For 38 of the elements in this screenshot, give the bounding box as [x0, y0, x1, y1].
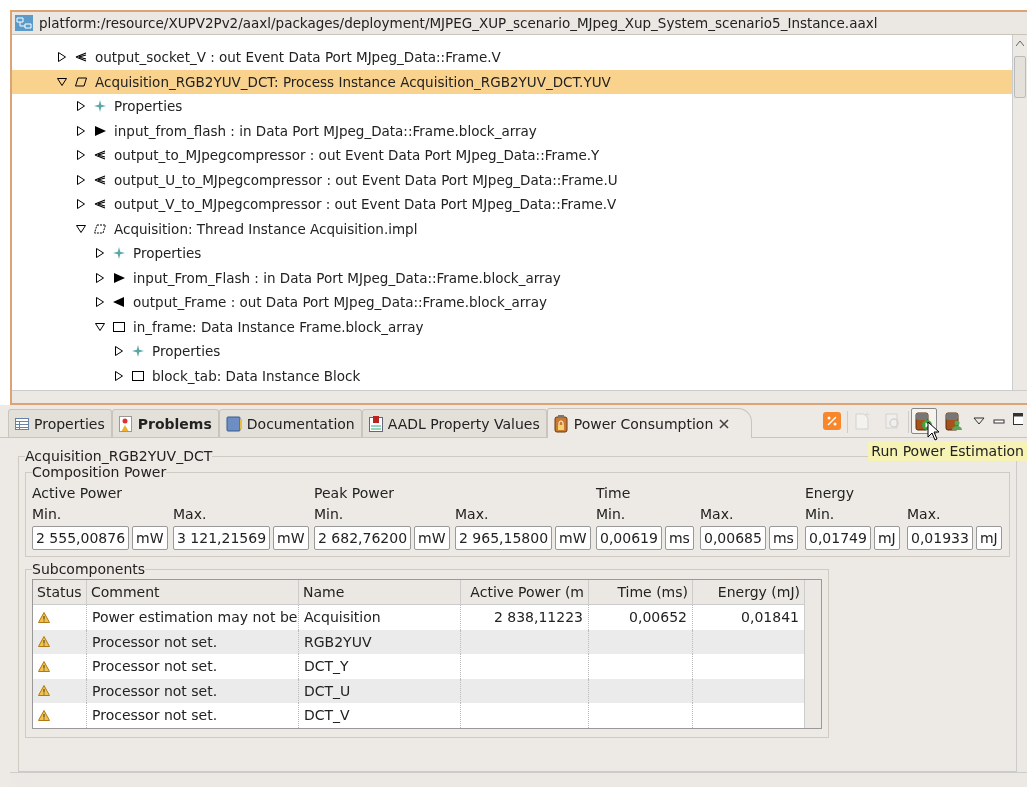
unit-field: ms: [664, 526, 694, 550]
tooltip: Run Power Estimation: [868, 441, 1027, 461]
window-title: platform:/resource/XUPV2Pv2/aaxl/packages/deployment/MJPEG_XUP_scenario_MJpeg_Xup_System_scenario5_Instance.aaxl: [39, 15, 878, 31]
group-title: Subcomponents: [32, 561, 146, 577]
unit-field: mW: [555, 526, 591, 550]
group-title: Composition Power: [32, 464, 167, 480]
field-label: Min.: [314, 505, 345, 524]
metric-label: Time: [596, 484, 632, 503]
metric-label: Active Power: [32, 484, 124, 503]
unit-field: mW: [273, 526, 309, 550]
unit-field: mJ: [873, 526, 900, 550]
table-cell: 0,00652: [589, 605, 693, 630]
table-cell: Processor not set.: [87, 629, 299, 654]
table-cell: RGB2YUV: [299, 629, 461, 654]
unit-field: mJ: [975, 526, 1002, 550]
table-cell-text: 0,01841: [740, 608, 800, 627]
field-label: Max.: [455, 505, 490, 524]
field-label: Min.: [32, 505, 63, 524]
field-label: Max.: [173, 505, 208, 524]
table-cell: DCT_V: [299, 703, 461, 728]
field-label: Max.: [700, 505, 735, 524]
table-cell: DCT_Y: [299, 654, 461, 679]
unit-field: ms: [768, 526, 798, 550]
metric-label: Peak Power: [314, 484, 396, 503]
table-cell: DCT_U: [299, 678, 461, 703]
table-cell: Processor not set.: [87, 703, 299, 728]
unit-field: mW: [132, 526, 168, 550]
table-cell: 2 838,11223: [461, 605, 589, 630]
metric-label: Energy: [805, 484, 855, 503]
field-label: Min.: [596, 505, 627, 524]
field-label: Max.: [907, 505, 942, 524]
table-cell: Processor not set.: [87, 654, 299, 679]
table-cell: Acquisition: [299, 605, 461, 630]
table-cell: Power estimation may not be: [87, 605, 299, 630]
table-cell: Processor not set.: [87, 678, 299, 703]
field-label: Min.: [805, 505, 836, 524]
group-title: Acquisition_RGB2YUV_DCT: [25, 448, 213, 464]
unit-field: mW: [414, 526, 450, 550]
